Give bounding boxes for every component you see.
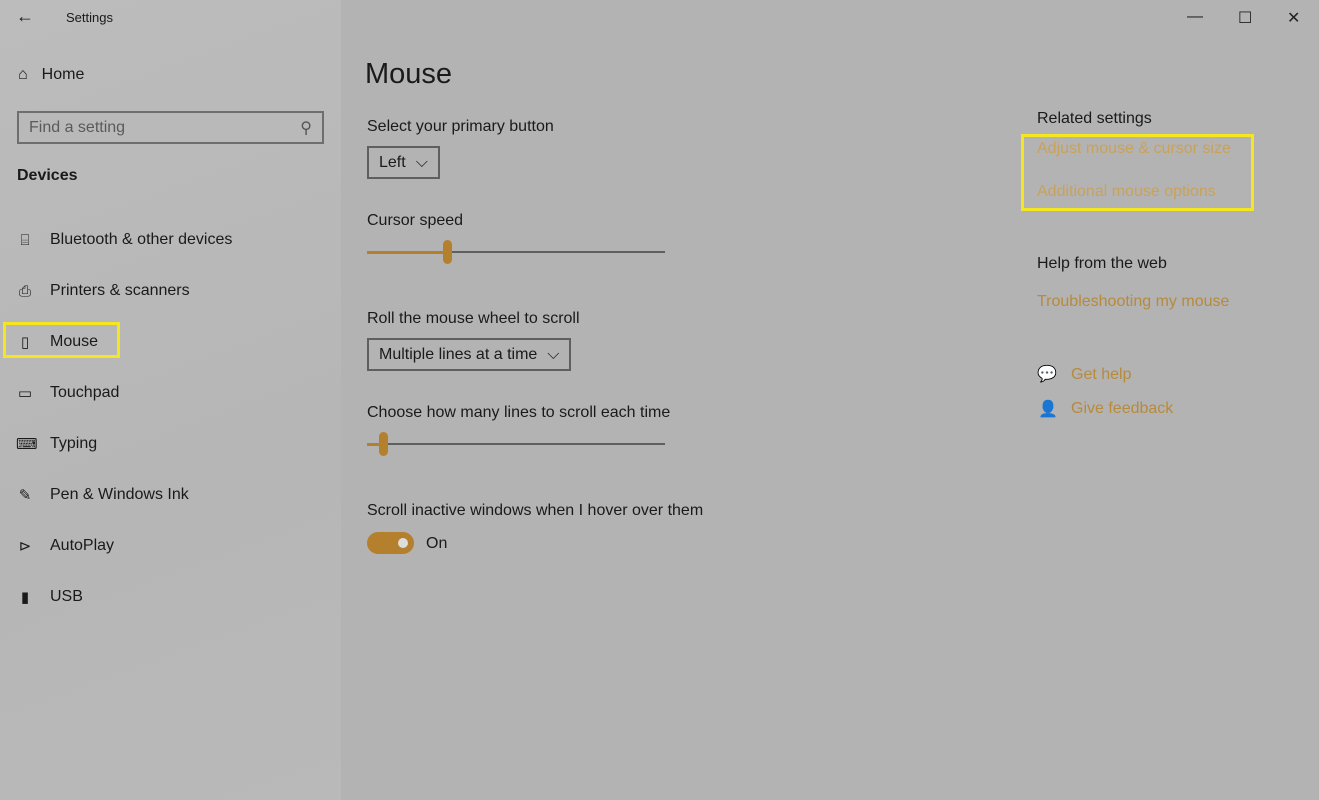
highlight-box bbox=[3, 322, 120, 358]
sidebar-item-usb[interactable]: ▮ USB bbox=[0, 578, 341, 616]
get-help-icon: 💬 bbox=[1037, 366, 1057, 383]
section-heading: Devices bbox=[17, 167, 78, 184]
cursor-speed-slider[interactable] bbox=[367, 240, 665, 264]
wheel-scroll-label: Roll the mouse wheel to scroll bbox=[367, 310, 580, 327]
inactive-scroll-label: Scroll inactive windows when I hover ove… bbox=[367, 502, 704, 519]
search-box[interactable]: ⚲ bbox=[17, 111, 324, 144]
feedback-icon: 👤 bbox=[1038, 401, 1058, 418]
minimize-button[interactable]: — bbox=[1187, 8, 1203, 26]
give-feedback-link[interactable]: Give feedback bbox=[1071, 400, 1173, 418]
close-button[interactable]: ✕ bbox=[1287, 8, 1300, 28]
sidebar-item-label: Bluetooth & other devices bbox=[50, 231, 233, 248]
back-arrow-icon[interactable]: ← bbox=[16, 6, 34, 27]
page-title: Mouse bbox=[365, 58, 453, 90]
adjust-cursor-link[interactable]: Adjust mouse & cursor size bbox=[1037, 140, 1231, 158]
maximize-button[interactable]: ☐ bbox=[1238, 8, 1252, 28]
sidebar-item-label: Typing bbox=[50, 435, 98, 452]
bluetooth-devices-icon: ⌸ bbox=[20, 231, 30, 249]
sidebar-home[interactable]: ⌂ Home bbox=[18, 66, 84, 84]
pen-icon: ✎ bbox=[18, 487, 32, 504]
sidebar-item-label: AutoPlay bbox=[50, 537, 115, 554]
chevron-down-icon: ⌵ bbox=[547, 345, 560, 363]
toggle-state: On bbox=[426, 535, 448, 552]
related-settings-heading: Related settings bbox=[1037, 110, 1152, 127]
dropdown-value: Multiple lines at a time bbox=[379, 345, 538, 363]
slider-thumb[interactable] bbox=[443, 240, 452, 264]
sidebar-item-label: Pen & Windows Ink bbox=[50, 486, 189, 503]
help-heading: Help from the web bbox=[1037, 255, 1167, 272]
primary-button-label: Select your primary button bbox=[367, 118, 554, 135]
get-help-link[interactable]: Get help bbox=[1071, 366, 1131, 384]
usb-icon: ▮ bbox=[20, 589, 30, 606]
troubleshooting-link[interactable]: Troubleshooting my mouse bbox=[1037, 293, 1229, 311]
sidebar-item-bluetooth[interactable]: ⌸ Bluetooth & other devices bbox=[0, 221, 341, 259]
sidebar-item-typing[interactable]: ⌨ Typing bbox=[0, 425, 341, 463]
sidebar-item-touchpad[interactable]: ▭ Touchpad bbox=[0, 374, 341, 412]
search-icon[interactable]: ⚲ bbox=[300, 118, 312, 138]
home-icon: ⌂ bbox=[18, 66, 28, 83]
additional-mouse-options-link[interactable]: Additional mouse options bbox=[1037, 183, 1216, 201]
window-title: Settings bbox=[66, 10, 113, 25]
autoplay-icon: ⊳ bbox=[18, 538, 32, 555]
primary-button-dropdown[interactable]: Left ⌵ bbox=[367, 146, 440, 179]
sidebar-item-label: Printers & scanners bbox=[50, 282, 190, 299]
lines-scroll-label: Choose how many lines to scroll each tim… bbox=[367, 404, 671, 421]
sidebar-item-label: USB bbox=[50, 588, 83, 605]
chevron-down-icon: ⌵ bbox=[415, 153, 428, 171]
touchpad-icon: ▭ bbox=[17, 385, 33, 402]
lines-scroll-slider[interactable] bbox=[367, 432, 665, 456]
dropdown-value: Left bbox=[379, 153, 406, 171]
sidebar-item-printers[interactable]: ⎙ Printers & scanners bbox=[0, 272, 341, 310]
home-label: Home bbox=[41, 66, 85, 83]
keyboard-icon: ⌨ bbox=[16, 436, 38, 453]
sidebar-item-autoplay[interactable]: ⊳ AutoPlay bbox=[0, 527, 341, 565]
wheel-scroll-dropdown[interactable]: Multiple lines at a time ⌵ bbox=[367, 338, 572, 371]
sidebar-item-label: Touchpad bbox=[50, 384, 120, 401]
printer-icon: ⎙ bbox=[18, 282, 31, 300]
cursor-speed-label: Cursor speed bbox=[367, 212, 464, 229]
search-input[interactable] bbox=[29, 118, 279, 137]
inactive-scroll-toggle[interactable] bbox=[367, 532, 414, 554]
sidebar-item-pen[interactable]: ✎ Pen & Windows Ink bbox=[0, 476, 341, 514]
slider-thumb[interactable] bbox=[379, 432, 388, 456]
